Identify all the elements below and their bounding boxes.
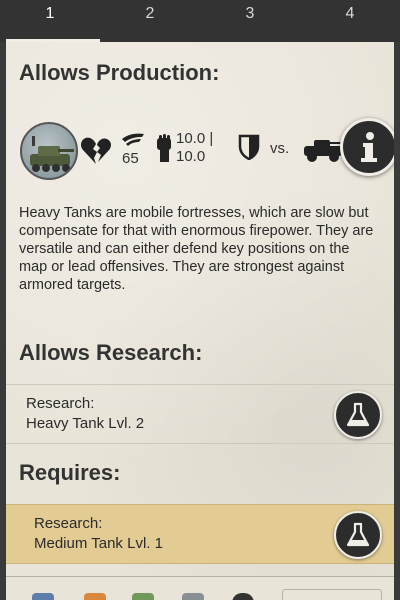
required-research-button[interactable] [334, 511, 382, 559]
barrel-icon [84, 593, 106, 600]
research-item-value: Heavy Tank Lvl. 2 [26, 415, 145, 432]
bottom-action-box[interactable] [282, 589, 382, 600]
tab-1-label: 1 [45, 5, 55, 22]
required-research-medium-tank-lvl-1[interactable]: Research: Medium Tank Lvl. 1 [6, 504, 394, 564]
attack-value-line2: 10.0 [176, 148, 206, 165]
fist-icon [154, 134, 174, 167]
allows-research-heading: Allows Research: [19, 340, 203, 365]
tab-4-label: 4 [345, 5, 355, 22]
attack-value-line1: 10.0 | [176, 130, 214, 147]
heavy-tank-portrait-icon[interactable] [20, 122, 78, 180]
flask-icon [346, 402, 370, 427]
info-button[interactable] [340, 118, 394, 176]
tab-3[interactable]: 3 [200, 0, 300, 42]
tab-bar: 1 2 3 4 [0, 0, 400, 42]
vs-label: vs. [270, 140, 290, 157]
tab-1[interactable]: 1 [0, 0, 100, 42]
required-research-label: Research: [34, 515, 103, 532]
flask-icon [346, 522, 370, 547]
unit-description: Heavy Tanks are mobile fortresses, which… [19, 205, 374, 293]
tab-2[interactable]: 2 [100, 0, 200, 42]
required-research-value: Medium Tank Lvl. 1 [34, 535, 163, 552]
requires-heading: Requires: [19, 460, 121, 485]
research-item-label: Research: [26, 395, 95, 412]
allows-production-heading: Allows Production: [19, 60, 220, 85]
clock-icon [232, 593, 254, 600]
shield-icon [238, 134, 260, 165]
details-panel: Allows Production: 65 10.0 | 10.0 vs. He… [6, 42, 394, 600]
research-button[interactable] [334, 391, 382, 439]
info-icon [361, 132, 377, 162]
tab-2-label: 2 [145, 5, 155, 22]
armored-car-icon [300, 134, 346, 169]
money-icon [132, 593, 154, 600]
tab-3-label: 3 [245, 5, 255, 22]
broken-heart-icon [80, 136, 112, 171]
unit-stats-row: 65 10.0 | 10.0 vs. [6, 122, 394, 182]
tab-4[interactable]: 4 [300, 0, 400, 42]
bottom-cost-bar [6, 576, 394, 600]
vehicle-icon [182, 593, 204, 600]
research-item-heavy-tank-lvl-2[interactable]: Research: Heavy Tank Lvl. 2 [6, 384, 394, 444]
book-icon [32, 593, 54, 600]
speed-value: 65 [122, 150, 139, 167]
